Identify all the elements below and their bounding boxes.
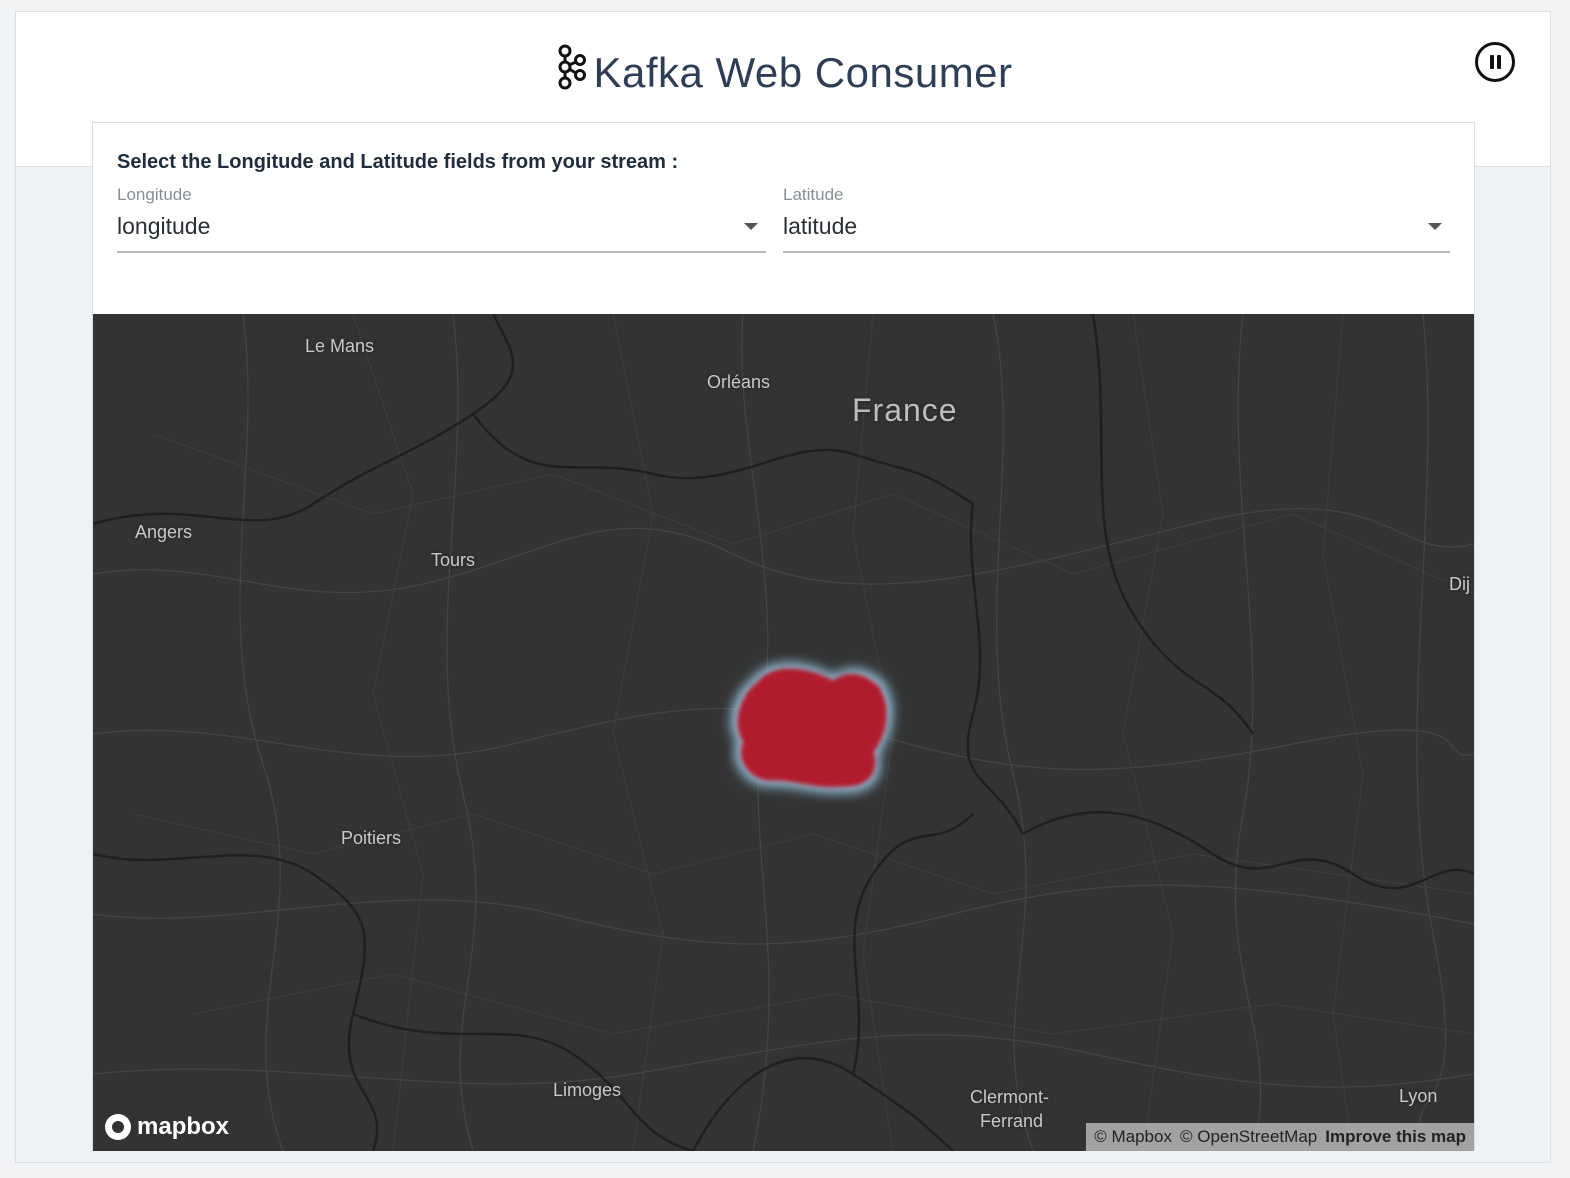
chevron-down-icon[interactable] (1428, 223, 1442, 230)
field-select-prompt: Select the Longitude and Latitude fields… (117, 151, 679, 173)
app-window: Kafka Web Consumer Select the Longitude … (15, 11, 1551, 1163)
mapbox-logo[interactable]: mapbox (105, 1113, 229, 1141)
kafka-logo-icon (553, 44, 587, 100)
map-canvas[interactable]: Le Mans Orléans France Angers Tours Dij … (93, 314, 1474, 1151)
page-title: Kafka Web Consumer (16, 44, 1550, 104)
city-label-le-mans: Le Mans (305, 336, 375, 356)
pause-button[interactable] (1475, 42, 1515, 82)
attribution-osm-link[interactable]: © OpenStreetMap (1180, 1127, 1317, 1147)
longitude-label: Longitude (117, 185, 192, 204)
country-label: France (852, 392, 958, 428)
map-roads-layer (93, 314, 1474, 1151)
map-card: Select the Longitude and Latitude fields… (92, 122, 1475, 1151)
city-label-dijon: Dij (1449, 574, 1470, 594)
map-attribution: © Mapbox © OpenStreetMap Improve this ma… (1086, 1123, 1474, 1151)
city-label-poitiers: Poitiers (341, 828, 402, 848)
city-label-tours: Tours (431, 550, 476, 570)
city-label-orleans: Orléans (707, 372, 771, 392)
city-label-clermont: Clermont- (970, 1087, 1050, 1107)
city-label-lyon: Lyon (1399, 1086, 1438, 1106)
app-title-text: Kafka Web Consumer (593, 49, 1013, 97)
improve-map-link[interactable]: Improve this map (1325, 1127, 1466, 1147)
latitude-label: Latitude (783, 185, 844, 204)
pause-icon (1490, 55, 1494, 69)
city-label-angers: Angers (135, 522, 193, 542)
longitude-select[interactable]: Longitude longitude (117, 185, 766, 253)
city-label-ferrand: Ferrand (980, 1111, 1044, 1131)
mapbox-logo-text: mapbox (137, 1113, 230, 1140)
city-label-limoges: Limoges (553, 1080, 622, 1100)
mapbox-logo-icon (105, 1114, 131, 1140)
longitude-value: longitude (117, 213, 211, 239)
latitude-select[interactable]: Latitude latitude (783, 185, 1450, 253)
chevron-down-icon[interactable] (744, 223, 758, 230)
latitude-value: latitude (783, 213, 858, 239)
attribution-mapbox-link[interactable]: © Mapbox (1094, 1127, 1172, 1147)
pause-icon-bar (1497, 55, 1501, 69)
